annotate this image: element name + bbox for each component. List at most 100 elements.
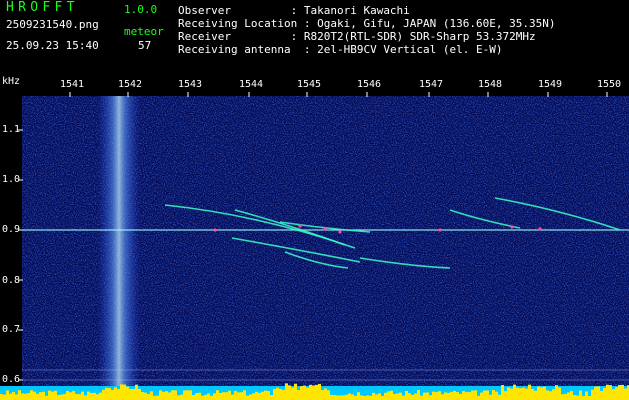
level-spike (189, 390, 192, 400)
level-spike (330, 394, 333, 400)
level-spike (522, 387, 525, 400)
level-spike (42, 391, 45, 400)
level-spike (57, 395, 60, 400)
level-spike (612, 389, 615, 400)
level-spike (603, 387, 606, 400)
level-spike (183, 390, 186, 400)
level-spike (186, 390, 189, 400)
level-spike (36, 393, 39, 400)
level-spike (261, 391, 264, 400)
level-spike (468, 392, 471, 400)
level-spike (396, 393, 399, 400)
level-spike (69, 392, 72, 400)
level-spike (609, 385, 612, 400)
level-spike (258, 392, 261, 400)
spectrogram-plot (0, 92, 629, 400)
level-spike (222, 392, 225, 400)
header-panel: HROFFT 1.0.0 2509231540.png meteor 25.09… (0, 0, 629, 76)
level-spike (15, 394, 18, 400)
level-spike (225, 392, 228, 400)
level-spike (393, 393, 396, 400)
level-spike (444, 392, 447, 400)
level-spike (477, 395, 480, 400)
level-spike (363, 395, 366, 400)
level-spike (312, 385, 315, 400)
level-spike (342, 395, 345, 400)
interference-band (98, 96, 140, 390)
level-spike (48, 390, 51, 400)
level-spike (273, 388, 276, 400)
level-spike (210, 395, 213, 400)
x-tick-label: 1544 (239, 79, 264, 90)
level-spike (453, 390, 456, 400)
level-spike (198, 392, 201, 400)
level-spike (537, 386, 540, 400)
y-axis-unit: kHz (2, 76, 21, 87)
x-tick-label: 1542 (118, 79, 143, 90)
level-spike (276, 387, 279, 400)
level-spike (3, 394, 6, 400)
level-spike (207, 393, 210, 400)
level-spike (498, 394, 501, 400)
level-spike (399, 392, 402, 400)
level-spike (135, 384, 138, 400)
level-spike (150, 391, 153, 400)
level-spike (561, 394, 564, 400)
level-spike (438, 391, 441, 400)
observer-value: Takanori Kawachi (303, 4, 410, 17)
level-spike (306, 387, 309, 400)
level-spike (120, 384, 123, 400)
level-spike (483, 390, 486, 400)
level-spike (243, 390, 246, 400)
x-tick-label: 1547 (419, 79, 444, 90)
x-tick-label: 1546 (357, 79, 382, 90)
level-spike (429, 395, 432, 400)
level-spike (201, 395, 204, 400)
app-version: 1.0.0 (124, 3, 158, 16)
echo-peak-dot (213, 228, 217, 232)
x-tick-label: 1548 (478, 79, 503, 90)
level-spike (618, 384, 621, 400)
level-spike (597, 386, 600, 400)
level-spike (300, 386, 303, 400)
location-value: Ogaki, Gifu, JAPAN (136.60E, 35.35N) (317, 17, 556, 30)
level-spike (180, 394, 183, 400)
level-spike (168, 392, 171, 400)
level-spike (156, 395, 159, 400)
level-spike (591, 389, 594, 400)
echo-peak-dot (538, 227, 542, 231)
level-spike (411, 394, 414, 400)
level-spike (420, 395, 423, 400)
level-spike (366, 395, 369, 400)
level-spike (540, 387, 543, 400)
level-spike (315, 384, 318, 400)
level-spike (123, 384, 126, 400)
level-spike (228, 390, 231, 400)
level-spike (138, 388, 141, 400)
level-spike (18, 390, 21, 400)
level-spike (294, 383, 297, 400)
level-spike (141, 392, 144, 400)
event-count: 57 (138, 39, 152, 52)
antenna-label: Receiving antenna (178, 43, 291, 56)
level-spike (423, 392, 426, 400)
level-spike (195, 393, 198, 400)
level-spike (66, 390, 69, 400)
echo-peak-dot (298, 224, 302, 228)
level-spike (303, 385, 306, 400)
echo-peak-dot (438, 228, 442, 232)
y-tick-label: 0.6 (2, 374, 21, 385)
level-spike (624, 388, 627, 400)
level-spike (555, 385, 558, 400)
level-spike (594, 386, 597, 400)
level-spike (279, 389, 282, 400)
level-spike (471, 390, 474, 400)
level-spike (99, 392, 102, 400)
level-spike (234, 391, 237, 400)
level-spike (105, 387, 108, 400)
level-spike (489, 394, 492, 400)
level-spike (615, 387, 618, 400)
level-spike (519, 388, 522, 400)
level-spike (426, 392, 429, 400)
level-spike (90, 392, 93, 400)
